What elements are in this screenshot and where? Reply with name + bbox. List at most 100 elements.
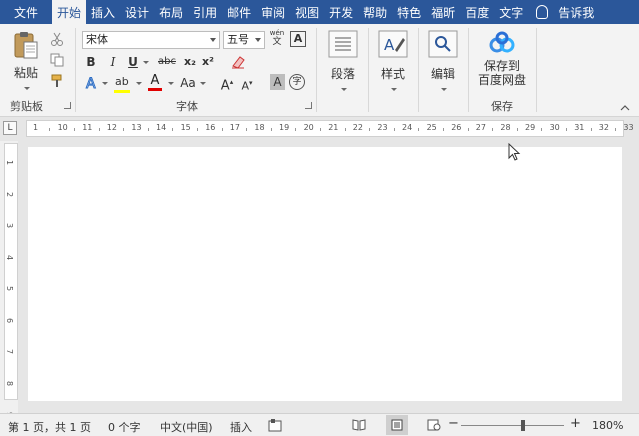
ruler-tick-mark — [516, 128, 518, 131]
vertical-ruler-tick-label: 1 — [5, 159, 15, 166]
web-layout-icon — [427, 419, 441, 431]
tab-references[interactable]: 引用 — [188, 0, 222, 24]
vertical-ruler-tick-label: 7 — [5, 348, 15, 355]
chevron-down-icon — [210, 38, 216, 42]
zoom-slider[interactable] — [461, 425, 564, 426]
clipboard-group-label: 剪贴板 — [10, 100, 43, 113]
tab-help[interactable]: 帮助 — [358, 0, 392, 24]
ruler-tick-label: 16 — [205, 123, 216, 132]
underline-button[interactable]: U — [126, 54, 140, 70]
paragraph-icon — [328, 30, 358, 58]
highlighter-icon: ab — [115, 75, 129, 88]
font-size-select[interactable]: 五号 — [223, 31, 265, 49]
ruler-tick-label: 22 — [352, 123, 363, 132]
tab-mailings[interactable]: 邮件 — [222, 0, 256, 24]
zoom-out-button[interactable]: − — [448, 416, 459, 431]
change-case-button[interactable]: Aa — [178, 75, 198, 91]
lightbulb-icon — [536, 5, 549, 19]
ruler-tick-label: 33 — [623, 123, 634, 132]
tab-selector-button[interactable]: L — [3, 121, 17, 135]
italic-button[interactable]: I — [106, 54, 120, 70]
ruler-tick-mark — [172, 128, 174, 131]
pinyin-guide-button[interactable]: wén 文 — [268, 29, 286, 47]
web-layout-button[interactable] — [423, 415, 445, 435]
editing-button[interactable]: 编辑 — [424, 30, 462, 96]
horizontal-ruler[interactable]: 1 10 11 12 13 14 15 16 17 18 19 20 21 22 23 24 25 26 27 28 2… — [26, 120, 634, 137]
ruler-tick-label: 31 — [574, 123, 585, 132]
ruler-tick-mark — [467, 128, 469, 131]
bold-button[interactable]: B — [84, 54, 98, 70]
zoom-slider-thumb[interactable] — [520, 420, 525, 431]
save-to-baidu-button[interactable]: 保存到 百度网盘 — [474, 30, 530, 87]
tab-home[interactable]: 开始 — [52, 0, 87, 24]
char-border-button[interactable]: A — [290, 31, 306, 47]
ruler-tick-mark — [418, 128, 420, 131]
styles-button[interactable]: A 样式 — [374, 30, 412, 96]
word-count[interactable]: 0 个字 — [108, 419, 141, 435]
enclose-chars-button[interactable]: 字 — [289, 74, 305, 90]
macro-record-icon[interactable] — [268, 418, 282, 432]
vertical-ruler-tick-label: 3 — [5, 222, 15, 229]
ruler-tick-mark — [615, 128, 617, 131]
ruler-tick-mark — [369, 128, 371, 131]
copy-icon[interactable] — [50, 53, 64, 67]
zoom-in-button[interactable]: + — [570, 416, 581, 431]
font-color-button[interactable]: A — [148, 74, 162, 92]
ruler-tick-mark — [49, 128, 51, 131]
ruler-tick-label: 1 — [33, 123, 39, 132]
ruler-tick-label: 29 — [525, 123, 536, 132]
tab-layout[interactable]: 布局 — [154, 0, 188, 24]
vertical-ruler[interactable]: 123456789 — [4, 143, 18, 417]
status-bar: 第 1 页，共 1 页 0 个字 中文(中国) 插入 − + 180% — [0, 413, 639, 436]
subscript-button[interactable]: x₂ — [182, 54, 198, 70]
tab-special[interactable]: 特色 — [392, 0, 426, 24]
paragraph-button[interactable]: 段落 — [324, 30, 362, 96]
chevron-down-icon — [255, 38, 261, 42]
clear-formatting-icon[interactable] — [230, 54, 246, 70]
ribbon-home: 粘贴 剪贴板 宋体 五号 wén 文 A B I U abc x₂ x² A a… — [0, 24, 639, 117]
tab-file[interactable]: 文件 — [0, 0, 52, 24]
font-launcher-icon[interactable] — [305, 102, 312, 109]
document-page[interactable] — [28, 147, 622, 401]
paste-button[interactable]: 粘贴 — [8, 30, 44, 95]
insert-mode-indicator[interactable]: 插入 — [230, 419, 252, 435]
editing-label: 编辑 — [430, 67, 455, 81]
tab-design[interactable]: 设计 — [120, 0, 154, 24]
ruler-tick-label: 19 — [279, 123, 290, 132]
ruler-tick-mark — [123, 128, 125, 131]
superscript-button[interactable]: x² — [200, 54, 216, 70]
cut-icon[interactable] — [50, 32, 64, 46]
print-layout-button[interactable] — [386, 415, 408, 435]
grow-font-button[interactable]: A▴ — [220, 74, 234, 94]
shrink-font-label: A — [241, 79, 249, 93]
ruler-tick-mark — [246, 128, 248, 131]
font-family-select[interactable]: 宋体 — [82, 31, 220, 49]
tab-view[interactable]: 视图 — [290, 0, 324, 24]
tab-text-tools[interactable]: 文字 — [494, 0, 528, 24]
grow-font-label: A — [220, 78, 230, 94]
collapse-ribbon-icon[interactable] — [620, 104, 630, 111]
ruler-tick-label: 17 — [229, 123, 240, 132]
read-mode-button[interactable] — [348, 415, 370, 435]
tab-insert[interactable]: 插入 — [86, 0, 120, 24]
page-layout-icon — [391, 419, 403, 431]
ruler-tick-mark — [73, 128, 75, 131]
tab-foxit[interactable]: 福昕 — [426, 0, 460, 24]
strikethrough-button[interactable]: abc — [156, 54, 178, 70]
tell-me-search[interactable]: 告诉我 — [528, 0, 594, 24]
language-indicator[interactable]: 中文(中国) — [160, 419, 213, 435]
paste-label: 粘贴 — [13, 66, 38, 80]
ruler-bar: L 1 10 11 12 13 14 15 16 17 18 19 20 21 22 23 24 25 26 27 2… — [0, 117, 639, 141]
page-count[interactable]: 第 1 页，共 1 页 — [8, 419, 91, 435]
tab-review[interactable]: 审阅 — [256, 0, 290, 24]
text-effects-icon[interactable]: A — [84, 75, 100, 92]
ruler-tick-label: 27 — [475, 123, 486, 132]
tab-developer[interactable]: 开发 — [324, 0, 358, 24]
char-shading-button[interactable]: A — [270, 74, 285, 90]
highlight-button[interactable]: ab — [114, 74, 132, 93]
clipboard-launcher-icon[interactable] — [64, 102, 71, 109]
tab-baidu[interactable]: 百度 — [460, 0, 494, 24]
format-painter-icon[interactable] — [50, 74, 64, 88]
shrink-font-button[interactable]: A▾ — [240, 75, 254, 95]
zoom-level[interactable]: 180% — [592, 419, 623, 432]
